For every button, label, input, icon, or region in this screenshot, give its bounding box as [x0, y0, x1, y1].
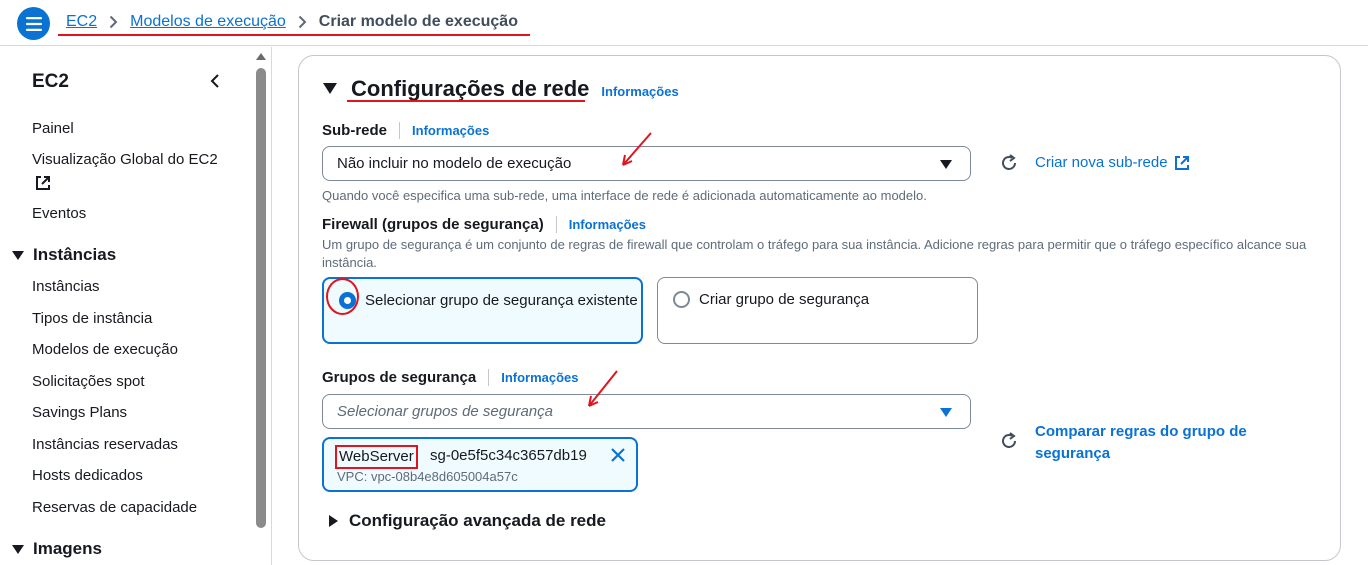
sidebar-item-instance-types[interactable]: Tipos de instância: [32, 310, 152, 327]
advanced-network-config-toggle[interactable]: Configuração avançada de rede: [329, 511, 606, 531]
scroll-up-arrow-icon[interactable]: [256, 53, 266, 60]
hamburger-icon: [25, 16, 42, 31]
sidebar-item-instances[interactable]: Instâncias: [32, 278, 100, 295]
sidebar-item-global-view[interactable]: Visualização Global do EC2: [32, 151, 218, 168]
radio-label-existing: Selecionar grupo de segurança existente: [365, 292, 638, 309]
radio-button-unchecked[interactable]: [673, 291, 690, 308]
compare-rules-action[interactable]: Comparar regras do grupo de segurança: [999, 421, 1275, 465]
compare-rules-link[interactable]: Comparar regras do grupo de segurança: [1035, 421, 1275, 465]
subnet-label-text: Sub-rede: [322, 122, 388, 139]
radio-label-create: Criar grupo de segurança: [699, 291, 870, 308]
caret-down-icon: [12, 250, 24, 260]
sidebar-scrollbar[interactable]: [254, 47, 268, 565]
refresh-icon: [1002, 154, 1016, 170]
top-bar: EC2 Modelos de execução Criar modelo de …: [0, 0, 1368, 46]
advanced-network-config-label: Configuração avançada de rede: [349, 511, 606, 530]
collapse-sidebar-button[interactable]: [210, 73, 220, 94]
sidebar-item-capacity-reservations[interactable]: Reservas de capacidade: [32, 499, 197, 516]
security-groups-label-text: Grupos de segurança: [322, 369, 477, 386]
caret-down-icon: [940, 408, 952, 417]
breadcrumb-ec2[interactable]: EC2: [66, 13, 97, 31]
firewall-description: Um grupo de segurança é um conjunto de r…: [322, 237, 1307, 270]
create-subnet-action[interactable]: Criar nova sub-rede: [999, 154, 1190, 173]
scrollbar-thumb[interactable]: [256, 68, 266, 528]
menu-button[interactable]: [17, 7, 50, 40]
breadcrumb-current: Criar modelo de execução: [318, 13, 518, 30]
sidebar-item-savings-plans[interactable]: Savings Plans: [32, 404, 127, 421]
firewall-label-text: Firewall (grupos de segurança): [322, 216, 544, 233]
sidebar-item-launch-templates[interactable]: Modelos de execução: [32, 341, 178, 358]
caret-down-icon: [940, 160, 952, 169]
security-groups-select[interactable]: Selecionar grupos de segurança: [322, 394, 971, 429]
sidebar-item-events[interactable]: Eventos: [32, 205, 86, 222]
annotation-arrow: [588, 370, 618, 407]
token-vpc: VPC: vpc-08b4e8d605004a57c: [337, 469, 518, 484]
sidebar-item-dedicated-hosts[interactable]: Hosts dedicados: [32, 467, 143, 484]
external-link-icon: [35, 175, 51, 196]
network-settings-panel: Configurações de rede Informações Sub-re…: [298, 55, 1341, 561]
close-icon[interactable]: [610, 447, 626, 468]
sidebar-item-reserved-instances[interactable]: Instâncias reservadas: [32, 436, 178, 453]
sidebar-item-dashboard[interactable]: Painel: [32, 120, 74, 137]
divider: [555, 216, 557, 233]
security-groups-info-link[interactable]: Informações: [501, 370, 578, 385]
security-groups-placeholder: Selecionar grupos de segurança: [337, 403, 553, 420]
annotation-circle: [326, 278, 359, 315]
external-link-icon: [1174, 156, 1189, 170]
sidebar: EC2 Painel Visualização Global do EC2 Ev…: [0, 47, 272, 565]
firewall-label: Firewall (grupos de segurança) Informaçõ…: [322, 216, 646, 233]
sidebar-item-spot-requests[interactable]: Solicitações spot: [32, 373, 145, 390]
radio-create-group[interactable]: Criar grupo de segurança: [657, 277, 978, 344]
breadcrumb: EC2 Modelos de execução Criar modelo de …: [66, 13, 518, 31]
caret-down-icon: [323, 83, 337, 94]
caret-down-icon: [12, 544, 24, 554]
create-subnet-link[interactable]: Criar nova sub-rede: [1035, 154, 1168, 171]
sidebar-section-instances[interactable]: Instâncias: [12, 245, 116, 265]
subnet-label: Sub-rede Informações: [322, 122, 489, 139]
chevron-left-icon: [210, 74, 219, 88]
breadcrumb-launch-templates[interactable]: Modelos de execução: [130, 13, 286, 31]
annotation-arrow: [622, 132, 652, 166]
firewall-info-link[interactable]: Informações: [569, 217, 646, 232]
radio-select-existing-group[interactable]: Selecionar grupo de segurança existente: [322, 277, 643, 344]
annotation-underline: [58, 34, 530, 36]
subnet-description: Quando você especifica uma sub-rede, uma…: [322, 188, 927, 203]
info-link[interactable]: Informações: [601, 84, 678, 99]
annotation-underline: [347, 100, 585, 102]
sidebar-section-label: Instâncias: [33, 245, 117, 264]
divider: [399, 122, 401, 139]
subnet-select-value: Não incluir no modelo de execução: [337, 155, 572, 172]
section-header[interactable]: Configurações de rede Informações: [323, 76, 679, 102]
chevron-right-icon: [298, 15, 307, 29]
subnet-info-link[interactable]: Informações: [412, 123, 489, 138]
security-groups-label: Grupos de segurança Informações: [322, 369, 579, 386]
refresh-icon: [1002, 432, 1016, 448]
caret-right-icon: [329, 515, 338, 527]
security-group-token: WebServer sg-0e5f5c34c3657db19 VPC: vpc-…: [322, 437, 638, 492]
chevron-right-icon: [109, 15, 118, 29]
token-id: sg-0e5f5c34c3657db19: [430, 447, 587, 464]
sidebar-section-label: Imagens: [33, 539, 102, 558]
divider: [488, 369, 490, 386]
section-title: Configurações de rede: [351, 76, 590, 101]
sidebar-section-images[interactable]: Imagens: [12, 539, 102, 559]
token-name: WebServer: [335, 445, 418, 469]
sidebar-title: EC2: [32, 71, 69, 92]
